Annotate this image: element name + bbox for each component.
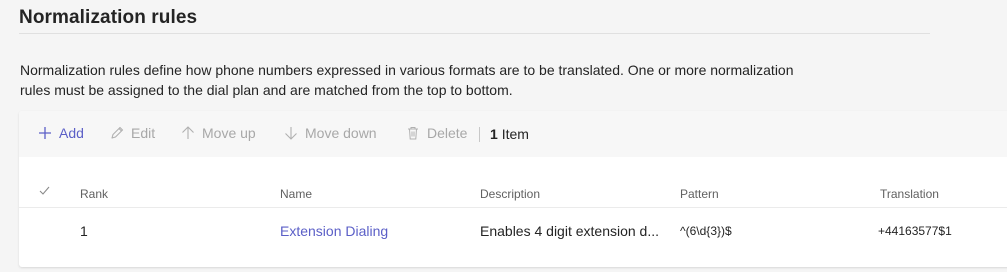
cell-translation: +44163577$1 — [878, 224, 952, 238]
column-header-description[interactable]: Description — [480, 187, 540, 201]
cell-pattern: ^(6\d{3})$ — [680, 224, 732, 238]
delete-label: Delete — [427, 125, 468, 141]
table-header: Rank Name Description Pattern Translatio… — [19, 183, 1007, 208]
table-row[interactable]: 1 Extension Dialing Enables 4 digit exte… — [19, 208, 1007, 254]
page-title: Normalization rules — [19, 7, 198, 28]
cell-description: Enables 4 digit extension d... — [480, 223, 660, 239]
column-header-translation[interactable]: Translation — [880, 187, 939, 201]
item-count-number: 1 — [490, 126, 498, 142]
item-count: 1 Item — [490, 126, 529, 142]
section-description: Normalization rules define how phone num… — [20, 62, 794, 98]
move-down-label: Move down — [305, 125, 377, 141]
column-header-name[interactable]: Name — [280, 187, 312, 201]
column-header-pattern[interactable]: Pattern — [680, 187, 719, 201]
move-down-button[interactable]: Move down — [283, 125, 377, 141]
rules-card: Add Edit Move up Move down Delete 1 Item… — [19, 111, 1007, 267]
title-divider — [19, 33, 930, 34]
pencil-icon — [109, 125, 125, 141]
arrow-up-icon — [180, 125, 196, 141]
plus-icon — [37, 125, 53, 141]
edit-button[interactable]: Edit — [109, 125, 155, 141]
cell-rank: 1 — [80, 223, 88, 239]
item-count-label: Item — [501, 126, 529, 142]
edit-label: Edit — [131, 125, 156, 141]
move-up-button[interactable]: Move up — [180, 125, 256, 141]
column-header-rank[interactable]: Rank — [80, 187, 108, 201]
cell-name-link[interactable]: Extension Dialing — [280, 223, 388, 239]
add-button[interactable]: Add — [37, 125, 84, 141]
delete-button[interactable]: Delete — [405, 125, 467, 141]
rules-toolbar: Add Edit Move up Move down Delete 1 Item — [19, 111, 1007, 157]
select-all-checkmark-icon[interactable] — [38, 184, 51, 200]
add-label: Add — [59, 125, 84, 141]
arrow-down-icon — [283, 125, 299, 141]
toolbar-divider — [479, 127, 480, 142]
trash-icon — [405, 125, 421, 141]
move-up-label: Move up — [202, 125, 256, 141]
